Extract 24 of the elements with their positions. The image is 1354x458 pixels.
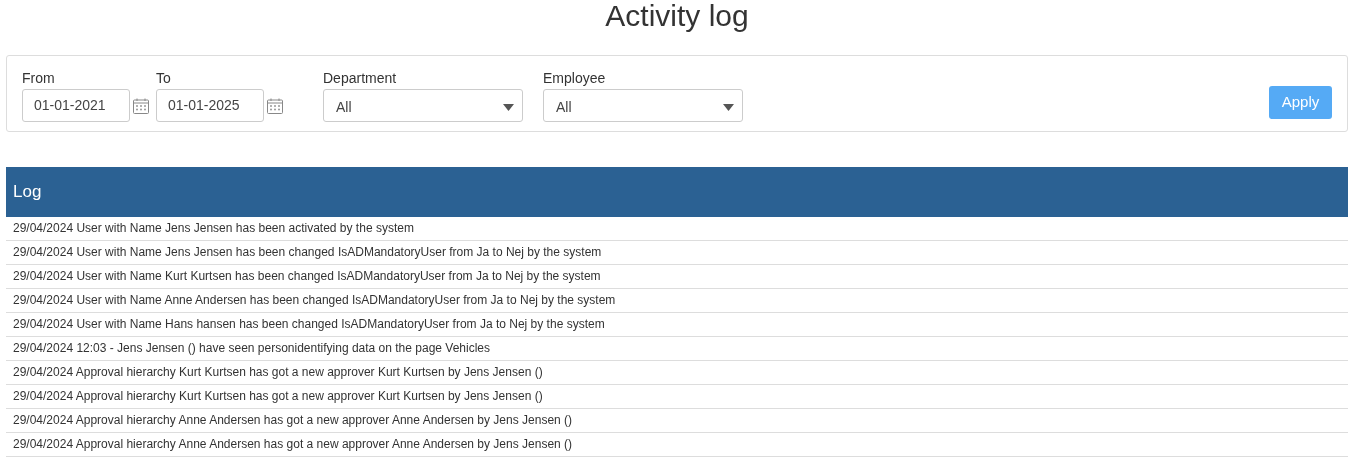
log-row: 29/04/2024 Approval hierarchy Kurt Kurtsen has got a new approver Kurt Kurtsen by Jens Jensen ()	[6, 385, 1348, 409]
log-row: 29/04/2024 User with Name Anne Andersen has been changed IsADMandatoryUser from Ja to Nej by the system	[6, 289, 1348, 313]
page-title: Activity log	[604, 0, 750, 34]
caret-icon	[503, 103, 514, 111]
log-row: 29/04/2024 Approval hierarchy Anne Andersen has got a new approver Anne Andersen by Jens Jensen ()	[6, 409, 1348, 433]
dropdown[interactable]: All	[323, 89, 523, 122]
calendar-icon[interactable]	[266, 96, 284, 115]
log-row: 29/04/2024 User with Name Jens Jensen has been activated by the system	[6, 217, 1348, 241]
log-row: 29/04/2024 User with Name Jens Jensen has been changed IsADMandatoryUser from Ja to Nej by the system	[6, 241, 1348, 265]
date-field[interactable]: 01-01-2025	[156, 89, 264, 122]
log-row: 29/04/2024 Approval hierarchy Anne Andersen has got a new approver Anne Andersen by Jens Jensen ()	[6, 433, 1348, 457]
dropdown[interactable]: All	[543, 89, 743, 122]
table-header: Log	[6, 167, 1348, 217]
log-row: 29/04/2024 Approval hierarchy Kurt Kurtsen has got a new approver Kurt Kurtsen by Jens Jensen ()	[6, 361, 1348, 385]
date-field[interactable]: 01-01-2021	[22, 89, 130, 122]
log-row: 29/04/2024 12:03 - Jens Jensen () have seen personidentifying data on the page Vehicles	[6, 337, 1348, 361]
field-label: From	[22, 69, 56, 87]
log-row: 29/04/2024 User with Name Hans hansen has been changed IsADMandatoryUser from Ja to Nej by the system	[6, 313, 1348, 337]
field-label: Department	[323, 69, 398, 87]
caret-icon	[723, 103, 734, 111]
log-row: 29/04/2024 User with Name Kurt Kurtsen has been changed IsADMandatoryUser from Ja to Nej by the system	[6, 265, 1348, 289]
field-label: To	[156, 69, 172, 87]
field-label: Employee	[543, 69, 607, 87]
calendar-icon[interactable]	[132, 96, 150, 115]
